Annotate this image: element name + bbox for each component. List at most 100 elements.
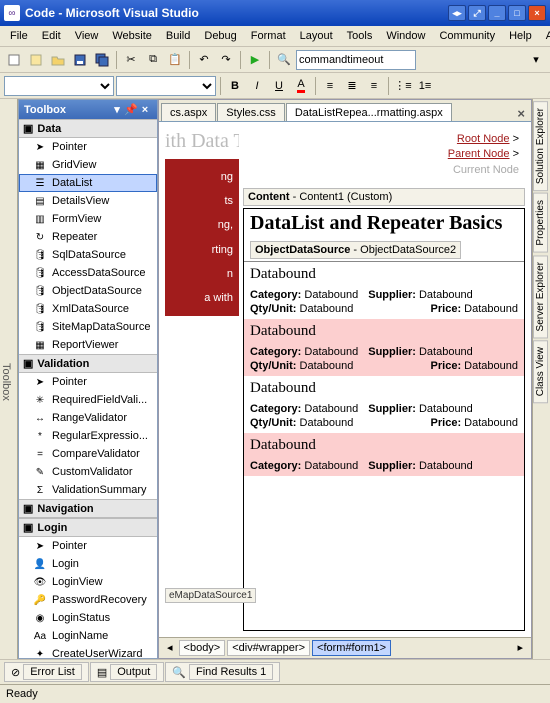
toolbox-item-gridview[interactable]: ▦GridView (19, 156, 157, 174)
tab-error-list[interactable]: ⊘ Error List (4, 662, 89, 682)
menu-view[interactable]: View (69, 28, 105, 44)
content-region[interactable]: DataList and Repeater Basics ObjectDataS… (243, 208, 525, 631)
tag-wrapper[interactable]: <div#wrapper> (227, 640, 310, 656)
toolbox-autohide-tab[interactable]: Toolbox (0, 99, 18, 659)
content-smart-tag[interactable]: Content - Content1 (Custom) (243, 188, 525, 206)
tab-server-explorer[interactable]: Server Explorer (533, 255, 548, 338)
toolbox-group-validation[interactable]: ▣Validation (19, 354, 157, 373)
maximize-button[interactable]: □ (508, 5, 526, 21)
find-in-files-button[interactable]: 🔍 (274, 50, 294, 70)
toolbox-item-custom[interactable]: ✎CustomValidator (19, 463, 157, 481)
toolbox-pin-button[interactable]: 📌 (124, 103, 138, 116)
align-left-button[interactable]: ≡ (320, 76, 340, 96)
tab-find-results[interactable]: 🔍 Find Results 1 (165, 662, 280, 682)
italic-button[interactable]: I (247, 76, 267, 96)
menu-format[interactable]: Format (245, 28, 292, 44)
menu-window[interactable]: Window (380, 28, 431, 44)
cut-button[interactable]: ✂ (121, 50, 141, 70)
toolbar-overflow-button[interactable]: ▾ (526, 50, 546, 70)
toolbox-item-xmldatasource[interactable]: 🛢XmlDataSource (19, 300, 157, 318)
toolbox-item-regex[interactable]: *RegularExpressio... (19, 427, 157, 445)
file-tab-1[interactable]: Styles.css (217, 103, 285, 121)
copy-button[interactable]: ⧉ (143, 50, 163, 70)
file-tab-0[interactable]: cs.aspx (161, 103, 216, 121)
design-surface[interactable]: ith Data Tutorials ngts ng, rting n a wi… (159, 122, 531, 637)
forecolor-button[interactable]: A (291, 76, 311, 96)
menu-debug[interactable]: Debug (198, 28, 242, 44)
toolbox-item-sitemapdatasource[interactable]: 🛢SiteMapDataSource (19, 318, 157, 336)
toolbox-item-loginview[interactable]: 👁LoginView (19, 573, 157, 591)
toolbox-item-pointer-3[interactable]: ➤Pointer (19, 537, 157, 555)
window-collapse-button[interactable]: ◂▸ (448, 5, 466, 21)
tab-properties[interactable]: Properties (533, 193, 548, 253)
underline-button[interactable]: U (269, 76, 289, 96)
paste-button[interactable]: 📋 (165, 50, 185, 70)
window-title: Code - Microsoft Visual Studio (25, 6, 448, 20)
find-combo[interactable] (296, 50, 416, 70)
redo-button[interactable]: ↷ (216, 50, 236, 70)
sitemapdatasource-label[interactable]: eMapDataSource1 (165, 588, 256, 603)
menu-tools[interactable]: Tools (341, 28, 379, 44)
toolbox-item-loginstatus[interactable]: ◉LoginStatus (19, 609, 157, 627)
target-combo[interactable] (4, 76, 114, 96)
toolbox-item-accessdatasource[interactable]: 🛢AccessDataSource (19, 264, 157, 282)
save-button[interactable] (70, 50, 90, 70)
toolbox-item-createuserwizard[interactable]: ✦CreateUserWizard (19, 645, 157, 658)
tab-output[interactable]: ▤ Output (90, 662, 164, 682)
toolbox-item-sqldatasource[interactable]: 🛢SqlDataSource (19, 246, 157, 264)
toolbox-item-requiredfield[interactable]: ✳RequiredFieldVali... (19, 391, 157, 409)
toolbox-item-reportviewer[interactable]: ▦ReportViewer (19, 336, 157, 354)
menu-website[interactable]: Website (106, 28, 158, 44)
menu-help[interactable]: Help (503, 28, 538, 44)
close-document-button[interactable]: × (511, 106, 531, 121)
datalist-control[interactable]: Databound Category: DataboundSupplier: D… (244, 261, 524, 476)
bullets-button[interactable]: ⋮≡ (393, 76, 413, 96)
font-combo[interactable] (116, 76, 216, 96)
toolbox-item-compare[interactable]: =CompareValidator (19, 445, 157, 463)
undo-button[interactable]: ↶ (194, 50, 214, 70)
start-button[interactable]: ▶ (245, 50, 265, 70)
window-expand-button[interactable]: ⤢ (468, 5, 486, 21)
file-tab-2[interactable]: DataListRepea...rmatting.aspx (286, 103, 452, 121)
toolbox-item-repeater[interactable]: ↻Repeater (19, 228, 157, 246)
tag-body[interactable]: <body> (179, 640, 226, 656)
tab-class-view[interactable]: Class View (533, 340, 548, 403)
toolbox-item-pointer-2[interactable]: ➤Pointer (19, 373, 157, 391)
toolbox-close-button[interactable]: × (138, 104, 152, 116)
align-center-button[interactable]: ≣ (342, 76, 362, 96)
new-project-button[interactable] (4, 50, 24, 70)
toolbox-item-rangevalidator[interactable]: ↔RangeValidator (19, 409, 157, 427)
toolbox-item-datalist[interactable]: ☰DataList (19, 174, 157, 192)
menu-addins[interactable]: Addins (540, 28, 550, 44)
toolbox-item-summary[interactable]: ΣValidationSummary (19, 481, 157, 499)
menu-edit[interactable]: Edit (36, 28, 67, 44)
breadcrumb-parent[interactable]: Parent Node (448, 148, 510, 160)
toolbox-item-detailsview[interactable]: ▤DetailsView (19, 192, 157, 210)
save-all-button[interactable] (92, 50, 112, 70)
menu-layout[interactable]: Layout (294, 28, 339, 44)
toolbox-item-objectdatasource[interactable]: 🛢ObjectDataSource (19, 282, 157, 300)
align-right-button[interactable]: ≡ (364, 76, 384, 96)
toolbox-item-formview[interactable]: ▥FormView (19, 210, 157, 228)
toolbox-dropdown-button[interactable]: ▾ (110, 103, 124, 116)
menu-build[interactable]: Build (160, 28, 196, 44)
minimize-button[interactable]: _ (488, 5, 506, 21)
objectdatasource-smart-tag[interactable]: ObjectDataSource - ObjectDataSource2 (250, 241, 461, 259)
toolbox-group-navigation[interactable]: ▣Navigation (19, 499, 157, 518)
numbering-button[interactable]: 1≡ (415, 76, 435, 96)
menu-file[interactable]: File (4, 28, 34, 44)
toolbox-group-login[interactable]: ▣Login (19, 518, 157, 537)
tag-form[interactable]: <form#form1> (312, 640, 391, 656)
toolbox-item-loginname[interactable]: AaLoginName (19, 627, 157, 645)
close-button[interactable]: × (528, 5, 546, 21)
toolbox-item-pointer[interactable]: ➤Pointer (19, 138, 157, 156)
menu-community[interactable]: Community (433, 28, 501, 44)
tab-solution-explorer[interactable]: Solution Explorer (533, 101, 548, 191)
toolbox-item-login[interactable]: 👤Login (19, 555, 157, 573)
bold-button[interactable]: B (225, 76, 245, 96)
toolbox-group-data[interactable]: ▣Data (19, 119, 157, 138)
add-item-button[interactable] (26, 50, 46, 70)
toolbox-item-passwordrecovery[interactable]: 🔑PasswordRecovery (19, 591, 157, 609)
open-button[interactable] (48, 50, 68, 70)
breadcrumb-root[interactable]: Root Node (457, 133, 510, 145)
